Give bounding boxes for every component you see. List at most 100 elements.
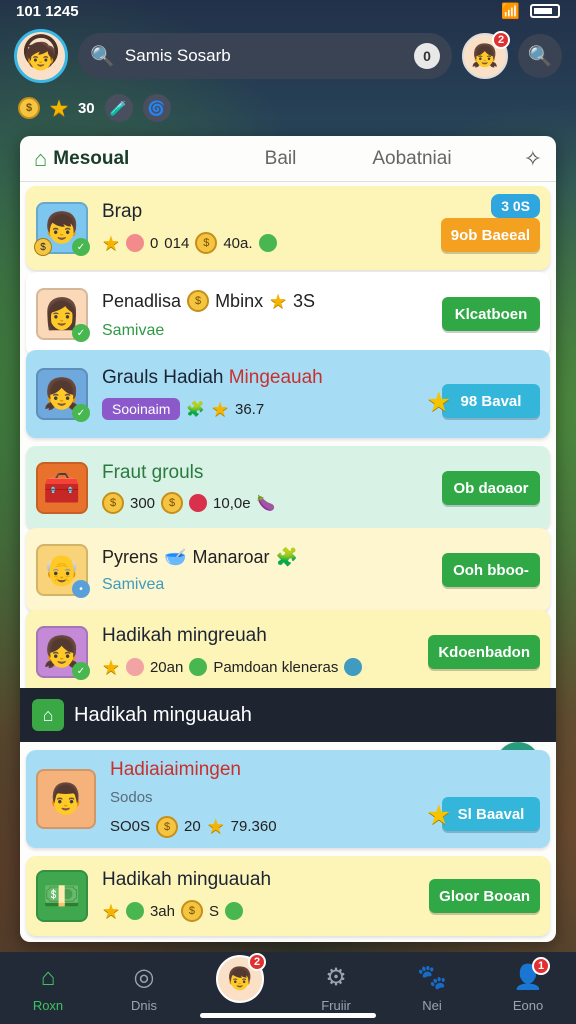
badge-icon: • bbox=[72, 580, 90, 598]
list-item[interactable]: 👴 • Pyrens 🥣 Manaroar 🧩 Samivea Ooh bboo… bbox=[26, 528, 550, 612]
nav-label: Roxn bbox=[32, 997, 64, 1013]
nav-item-profile[interactable]: 👦 2 bbox=[200, 953, 280, 1003]
character-avatar: 👴 • bbox=[36, 544, 90, 598]
main-panel: ⌂ Mesoual Bail Aobatniai ✧ 👦 $ ✓ Brap ★ … bbox=[20, 136, 556, 942]
meta-value: Pamdoan kleneras bbox=[213, 658, 339, 676]
star-icon: ★ bbox=[102, 656, 120, 679]
tab-bail[interactable]: Bail bbox=[265, 148, 297, 170]
list-item[interactable]: 👦 $ ✓ Brap ★ 0 014 $ 40a. 3 0S 9ob Baeea… bbox=[26, 186, 550, 270]
character-avatar: 👦 $ ✓ bbox=[34, 202, 90, 256]
home-icon: ⌂ bbox=[32, 699, 64, 731]
coin-icon: $ bbox=[180, 900, 203, 922]
home-icon: ⌂ bbox=[40, 963, 56, 991]
nav-label: Nei bbox=[422, 998, 442, 1013]
target-icon: ◎ bbox=[133, 964, 155, 991]
nav-item-eono[interactable]: 👤 1 Eono bbox=[488, 957, 568, 1013]
action-button[interactable]: Gloor Booan bbox=[429, 879, 540, 913]
avatar: 👦 2 bbox=[216, 953, 266, 1003]
row-title: Penadlisa bbox=[102, 290, 182, 311]
bottom-nav: ⌂ Roxn ◎ Dnis 👦 2 ⚙ Fruiir 🐾 Nei 👤 1 Eon… bbox=[0, 952, 576, 1024]
tab-mesoual[interactable]: Mesoual bbox=[53, 148, 129, 170]
star-icon: ★ bbox=[206, 816, 225, 838]
gem-icon bbox=[125, 658, 144, 676]
nav-item-home[interactable]: ⌂ Roxn bbox=[8, 964, 88, 1013]
row-title: Grauls Hadiah bbox=[102, 366, 229, 388]
notification-badge: 2 bbox=[248, 953, 266, 971]
meta-value: 3S bbox=[293, 290, 316, 311]
claim-button[interactable]: 9ob Baeeal bbox=[440, 218, 540, 252]
list-item[interactable]: 👨 Hadiaiaimingen Sodos SO0S $ 20 ★ 79.36… bbox=[26, 750, 550, 848]
meta-value: Manaroar bbox=[192, 546, 270, 567]
potion-icon[interactable]: 🧪 bbox=[104, 94, 133, 122]
profile-avatar[interactable]: 🧒 bbox=[14, 29, 68, 83]
money-icon: 💵 bbox=[36, 870, 88, 922]
nav-label: Eono bbox=[512, 998, 544, 1013]
row-title: Hadikah minguauah bbox=[102, 868, 272, 890]
character-avatar: 👩 ✓ bbox=[36, 288, 90, 342]
nav-label: Dnis bbox=[130, 998, 157, 1013]
search-icon: 🔍 bbox=[90, 45, 115, 68]
search-count: 0 bbox=[414, 43, 440, 69]
list-item[interactable]: 👧 ✓ Grauls Hadiah Mingeauah Sooinaim 🧩 ★… bbox=[26, 350, 550, 438]
section-header: ⌂ Hadikah minguauah bbox=[20, 688, 556, 742]
action-button[interactable]: ★ 98 Baval bbox=[428, 384, 540, 418]
action-button[interactable]: Kdoenbadon bbox=[428, 635, 540, 669]
action-label: 98 Baval bbox=[460, 392, 522, 410]
friend-avatar[interactable]: 👧 2 bbox=[462, 31, 510, 79]
category-chip[interactable]: Sooinaim bbox=[102, 398, 181, 420]
action-button[interactable]: Ob daoaor bbox=[442, 471, 540, 505]
row-subtitle: Samivae bbox=[102, 321, 165, 339]
meta-value: 3ah bbox=[149, 902, 175, 920]
action-button[interactable]: Ooh bboo- bbox=[442, 553, 540, 587]
coin-icon: $ bbox=[161, 492, 184, 514]
star-icon: ★ bbox=[428, 389, 450, 416]
list-item[interactable]: 🧰 Fraut grouls $ 300 $ 10,0e 🍆 Ob daoaor bbox=[26, 446, 550, 530]
resource-bar: $ ★ 30 🧪 🌀 bbox=[18, 94, 171, 122]
gem-icon bbox=[125, 234, 144, 252]
nav-item-nei[interactable]: 🐾 Nei bbox=[392, 963, 472, 1013]
action-label: Sl Baaval bbox=[457, 805, 525, 823]
star-icon: ★ bbox=[50, 97, 68, 120]
puzzle-icon: 🧩 bbox=[186, 401, 206, 418]
meta-value: SO0S bbox=[110, 818, 151, 835]
coin-icon: $ bbox=[187, 290, 210, 312]
gem-icon bbox=[125, 902, 144, 920]
notification-badge: 2 bbox=[492, 31, 510, 49]
gem-icon bbox=[189, 658, 208, 676]
panel-header: ⌂ Mesoual Bail Aobatniai ✧ bbox=[20, 136, 556, 182]
notification-badge: 1 bbox=[532, 957, 550, 975]
row-subtitle: Samivea bbox=[102, 575, 165, 593]
list-item[interactable]: 👧 ✓ Hadikah mingreuah ★ 20an Pamdoan kle… bbox=[26, 610, 550, 694]
tab-aobatniai[interactable]: Aobatniai bbox=[372, 148, 451, 170]
meta-value: 36.7 bbox=[235, 400, 265, 418]
row-subtitle: Sodos bbox=[110, 789, 153, 806]
character-avatar: 👧 ✓ bbox=[36, 368, 90, 422]
coin-icon: $ bbox=[34, 238, 52, 256]
nav-item-fruiir[interactable]: ⚙ Fruiir bbox=[296, 963, 376, 1013]
row-title: Brap bbox=[102, 200, 143, 222]
search-button[interactable]: 🔍 bbox=[518, 34, 562, 78]
search-bar[interactable]: 🔍 Samis Sosarb 0 bbox=[78, 33, 452, 79]
nav-item-dnis[interactable]: ◎ Dnis bbox=[104, 963, 184, 1013]
row-title: Pyrens bbox=[102, 546, 159, 567]
character-avatar: 👧 ✓ bbox=[36, 626, 90, 680]
home-indicator[interactable] bbox=[200, 1013, 376, 1018]
top-bar: 🧒 🔍 Samis Sosarb 0 👧 2 🔍 bbox=[14, 28, 562, 84]
swirl-icon[interactable]: 🌀 bbox=[142, 94, 171, 122]
check-icon bbox=[258, 234, 277, 252]
list-item[interactable]: 💵 Hadikah minguauah ★ 3ah $ S Gloor Booa… bbox=[26, 856, 550, 936]
bowl-icon: 🥣 bbox=[164, 546, 187, 567]
star-icon: ★ bbox=[269, 290, 288, 313]
gem-icon bbox=[189, 494, 208, 512]
action-button[interactable]: ★ Sl Baaval bbox=[428, 797, 540, 831]
star-icon: ★ bbox=[428, 802, 450, 829]
meta-value: 014 bbox=[164, 234, 190, 252]
chest-icon: 🧰 bbox=[36, 462, 88, 514]
meta-value: 20an bbox=[149, 658, 184, 676]
list-item[interactable]: 👩 ✓ Penadlisa $ Mbinx ★ 3S Samivae Klcat… bbox=[26, 272, 550, 356]
level-badge: 3 0S bbox=[491, 194, 540, 218]
coin-icon: $ bbox=[156, 815, 179, 838]
close-icon[interactable]: ✧ bbox=[524, 146, 542, 172]
action-button[interactable]: Klcatboen bbox=[442, 297, 540, 331]
gem-icon bbox=[344, 658, 363, 676]
